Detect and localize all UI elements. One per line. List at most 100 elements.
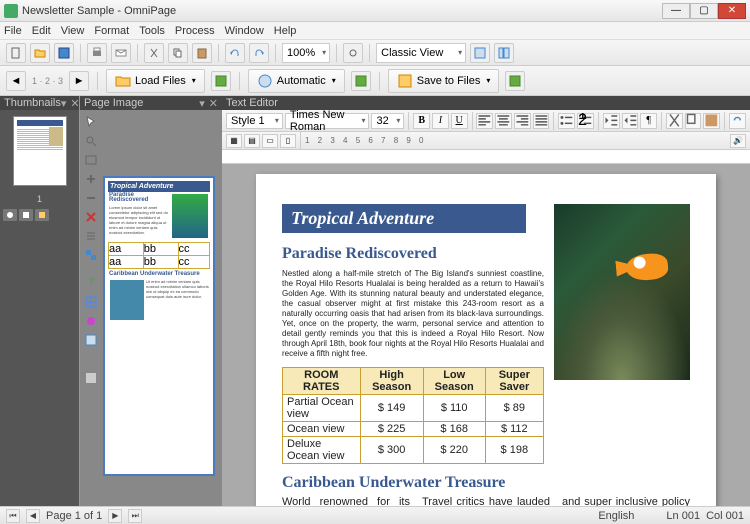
doc-title[interactable]: Tropical Adventure [282, 204, 526, 233]
panel-menu-icon[interactable]: ▾ [61, 97, 67, 110]
page-image-preview[interactable]: Tropical Adventure Paradise Rediscovered… [103, 176, 215, 476]
undo-button[interactable] [225, 43, 245, 63]
doc-image[interactable] [554, 204, 690, 380]
remove-tool[interactable] [83, 190, 99, 206]
graphic-zone-tool[interactable] [83, 313, 99, 329]
pointer-tool[interactable] [83, 114, 99, 130]
col-indicator: Col 001 [706, 510, 744, 522]
close-button[interactable]: ✕ [718, 3, 746, 19]
zoom-tool[interactable] [83, 133, 99, 149]
thumb-page-icon[interactable] [19, 209, 33, 221]
table-zone-tool[interactable] [83, 294, 99, 310]
text-zone-tool[interactable]: T [83, 275, 99, 291]
main-area: Thumbnails▾✕ 1 Page Image▾✕ [0, 96, 750, 506]
menu-process[interactable]: Process [175, 25, 215, 37]
paste-button[interactable] [192, 43, 212, 63]
doc-col-2[interactable]: Travel critics have lauded the Grand Pal… [422, 498, 550, 506]
view-btn-2[interactable]: ▤ [244, 134, 260, 148]
rates-table[interactable]: ROOM RATESHigh SeasonLow SeasonSuper Sav… [282, 367, 544, 464]
underline-button[interactable]: U [451, 113, 468, 129]
view-mode-combo[interactable]: Classic View [376, 43, 466, 63]
save-to-files-button[interactable]: Save to Files▾ [388, 69, 500, 93]
doc-paragraph[interactable]: Nestled along a half-mile stretch of The… [282, 269, 544, 359]
view-btn-4[interactable]: ▯ [280, 134, 296, 148]
copy-button[interactable] [685, 113, 702, 129]
menu-tools[interactable]: Tools [139, 25, 165, 37]
minimize-button[interactable]: — [662, 3, 690, 19]
copy-button[interactable] [168, 43, 188, 63]
view-btn-3[interactable]: ▭ [262, 134, 278, 148]
automatic-button[interactable]: Automatic▾ [248, 69, 345, 93]
panel-close-icon[interactable]: ✕ [70, 97, 79, 110]
doc-subtitle[interactable]: Paradise Rediscovered [282, 245, 544, 263]
open-button[interactable] [30, 43, 50, 63]
thumb-flag-icon[interactable] [35, 209, 49, 221]
doc-subtitle-2[interactable]: Caribbean Underwater Treasure [282, 474, 690, 492]
add-tool[interactable] [83, 171, 99, 187]
align-right-button[interactable] [514, 113, 531, 129]
new-button[interactable] [6, 43, 26, 63]
mail-button[interactable] [111, 43, 131, 63]
menu-help[interactable]: Help [274, 25, 297, 37]
menu-view[interactable]: View [61, 25, 85, 37]
wf-next-button[interactable]: ► [69, 71, 89, 91]
wf-btn-a[interactable] [211, 71, 231, 91]
toolbar-main: 100% Classic View [0, 40, 750, 66]
next-page-button[interactable]: ▶ [108, 509, 122, 523]
menu-format[interactable]: Format [94, 25, 129, 37]
marks-button[interactable]: ¶ [640, 113, 657, 129]
panel-close-icon[interactable]: ✕ [209, 97, 218, 110]
align-justify-button[interactable] [533, 113, 550, 129]
thumb-eye-icon[interactable] [3, 209, 17, 221]
menu-window[interactable]: Window [225, 25, 264, 37]
window-title: Newsletter Sample - OmniPage [22, 5, 662, 17]
wf-btn-b[interactable] [351, 71, 371, 91]
vert-text-tool[interactable] [83, 351, 99, 367]
font-combo[interactable]: Times New Roman [285, 113, 370, 129]
options-button[interactable] [343, 43, 363, 63]
order-tool[interactable] [83, 228, 99, 244]
group-tool[interactable] [83, 247, 99, 263]
view-btn-1[interactable]: ▦ [226, 134, 242, 148]
bullets-button[interactable] [558, 113, 575, 129]
maximize-button[interactable]: ▢ [690, 3, 718, 19]
wf-btn-c[interactable] [505, 71, 525, 91]
load-files-button[interactable]: Load Files▾ [106, 69, 205, 93]
link-button[interactable] [729, 113, 746, 129]
align-center-button[interactable] [495, 113, 512, 129]
save-button[interactable] [54, 43, 74, 63]
bold-button[interactable]: B [413, 113, 430, 129]
first-page-button[interactable]: ⏮ [6, 509, 20, 523]
wf-prev-button[interactable]: ◄ [6, 71, 26, 91]
redo-button[interactable] [249, 43, 269, 63]
style-combo[interactable]: Style 1 [226, 113, 283, 129]
speak-button[interactable]: 🔊 [730, 134, 746, 148]
rect-tool[interactable] [83, 152, 99, 168]
thumbnail-page-1[interactable] [13, 116, 67, 186]
numbering-button[interactable]: 12 [577, 113, 594, 129]
view-button-2[interactable] [494, 43, 514, 63]
panel-menu-icon[interactable]: ▾ [199, 97, 205, 110]
paste-button[interactable] [703, 113, 720, 129]
doc-col-3[interactable]: and super inclusive policy as reasons wh… [562, 498, 690, 506]
cut-button[interactable] [666, 113, 683, 129]
indent-dec-button[interactable] [603, 113, 620, 129]
cut-button[interactable] [144, 43, 164, 63]
menu-edit[interactable]: Edit [32, 25, 51, 37]
doc-col-1[interactable]: World renowned for its spectacular divin… [282, 498, 410, 506]
align-left-button[interactable] [476, 113, 493, 129]
delete-tool[interactable] [83, 209, 99, 225]
indent-inc-button[interactable] [622, 113, 639, 129]
print-button[interactable] [87, 43, 107, 63]
italic-button[interactable]: I [432, 113, 449, 129]
horizontal-ruler[interactable] [222, 150, 750, 164]
menu-file[interactable]: File [4, 25, 22, 37]
size-combo[interactable]: 32 [371, 113, 404, 129]
zoom-combo[interactable]: 100% [282, 43, 330, 63]
text-editor-body[interactable]: Tropical Adventure Paradise Rediscovered… [222, 164, 750, 506]
prev-page-button[interactable]: ◀ [26, 509, 40, 523]
form-zone-tool[interactable] [83, 332, 99, 348]
ignore-zone-tool[interactable] [83, 370, 99, 386]
view-button-1[interactable] [470, 43, 490, 63]
last-page-button[interactable]: ⏭ [128, 509, 142, 523]
